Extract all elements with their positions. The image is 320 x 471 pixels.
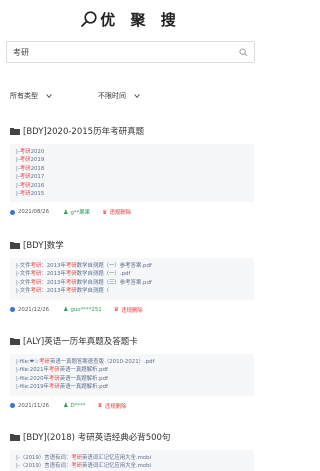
search-icon[interactable] (239, 47, 248, 57)
trash-icon: ♛ (102, 208, 108, 216)
file-item: |-（2019）言语有词：考研英语词汇记忆应用大全.mobi (16, 455, 152, 461)
result-date: 2021/08/26 (10, 209, 49, 215)
keyword-highlight: 考研 (48, 375, 60, 382)
report-delete-link[interactable]: ♛ 违规删除 (102, 208, 132, 217)
chevron-down-icon (134, 94, 140, 98)
file-list: |-（2019）言语有词：考研英语词汇记忆应用大全.mobi |-（2019）言… (10, 450, 254, 471)
result-card[interactable]: [BDY]数学 |-文件考研：2013年考研数学自测题（一）参考答案.pdf |… (10, 238, 254, 314)
keyword-highlight: 考研 (19, 191, 31, 198)
folder-icon (10, 242, 20, 249)
report-delete-link[interactable]: ♛ 违规删除 (114, 306, 143, 314)
keyword-highlight: 考研 (71, 455, 83, 461)
trash-icon: ♛ (113, 306, 120, 314)
keyword-highlight: 考研 (65, 288, 77, 295)
keyword-highlight: 考研 (65, 279, 77, 286)
search-logo-icon (81, 11, 97, 27)
user-icon: ♟ (63, 402, 69, 410)
clock-icon (10, 403, 15, 409)
delete-text: 违规删除 (109, 210, 132, 217)
keyword-highlight: 考研 (48, 367, 60, 374)
clock-icon (10, 209, 15, 215)
keyword-highlight: 考研 (65, 271, 77, 278)
result-user: ♟ g**果果 (63, 208, 91, 217)
user-text: g**果果 (70, 210, 91, 217)
user-icon: ♟ (63, 306, 69, 314)
file-item: |-文件考研：2013年考研数学自测题（三）参考答案.pdf (16, 279, 152, 286)
file-item: |-文件考研：2013年考研数学自测题（ (16, 288, 110, 295)
file-item: |-考研2019 (16, 157, 45, 164)
report-delete-link[interactable]: ♛ 违规删除 (97, 402, 126, 410)
trash-icon: ♛ (97, 402, 103, 410)
keyword-highlight: 考研 (39, 359, 50, 365)
result-user: ♟ guo****251 (63, 306, 102, 313)
chevron-down-icon (46, 94, 52, 98)
result-title[interactable]: [BDY](2018) 考研英语经典必背500句 (23, 431, 170, 443)
keyword-highlight: 考研 (19, 182, 31, 189)
folder-icon (10, 338, 20, 345)
result-title[interactable]: [BDY]2020-2015历年考研真题 (23, 125, 144, 137)
result-title-row[interactable]: [ALY]英语一历年真题及答题卡 (10, 334, 254, 348)
result-meta: 2021/08/26 ♟ g**果果 ♛ 违规删除 (10, 208, 254, 216)
date-text: 2021/08/26 (18, 209, 50, 216)
file-item: |-file:❤☆考研英语一真题答案速查版（2010-2021）.pdf (16, 359, 155, 365)
delete-text: 违规删除 (121, 307, 143, 314)
time-filter-label: 不限时间 (98, 92, 126, 100)
file-item: |-（2019）言语有词：考研英语词汇记忆应用大全.mobi (16, 463, 152, 470)
result-card[interactable]: [ALY]英语一历年真题及答题卡 |-file:❤☆考研英语一真题答案速查版（2… (10, 334, 254, 410)
keyword-highlight: 考研 (65, 263, 77, 269)
keyword-highlight: 考研 (30, 263, 42, 269)
file-list: |-文件考研：2013年考研数学自测题（一）参考答案.pdf |-文件考研：20… (10, 258, 254, 300)
file-item: |-考研2018 (16, 165, 45, 172)
keyword-highlight: 考研 (30, 279, 42, 286)
result-card[interactable]: [BDY](2018) 考研英语经典必背500句 |-（2019）言语有词：考研… (10, 430, 254, 471)
result-user: ♟ D**** (63, 402, 85, 409)
file-list: |-考研2020 |-考研2019 |-考研2018 |-考研2017 |-考研… (10, 144, 254, 203)
keyword-highlight: 考研 (19, 149, 31, 155)
result-title[interactable]: [ALY]英语一历年真题及答题卡 (23, 335, 138, 347)
keyword-highlight: 考研 (19, 157, 31, 164)
file-list: |-file:❤☆考研英语一真题答案速查版（2010-2021）.pdf |-f… (10, 354, 254, 396)
app-title: 优 聚 搜 (100, 10, 181, 29)
result-title-row[interactable]: [BDY]2020-2015历年考研真题 (10, 124, 254, 138)
file-item: |-考研2017 (16, 174, 45, 181)
user-icon: ♟ (63, 208, 69, 216)
file-item: |-文件考研：2013年考研数学自测题（一）参考答案.pdf (16, 263, 152, 269)
result-meta: 2021/12/26 ♟ guo****251 ♛ 违规删除 (10, 306, 254, 314)
result-date: 2021/11/26 (10, 403, 49, 409)
app-header: 优 聚 搜 (0, 8, 261, 30)
result-title[interactable]: [BDY]数学 (23, 239, 64, 251)
folder-icon (10, 128, 20, 135)
keyword-highlight: 考研 (19, 174, 31, 181)
type-filter-dropdown[interactable]: 所有类型 (10, 88, 86, 104)
search-input[interactable] (13, 47, 239, 57)
file-item: |-file:2021年考研英语一真题解析.pdf (16, 367, 108, 374)
result-card[interactable]: [BDY]2020-2015历年考研真题 |-考研2020 |-考研2019 |… (10, 124, 254, 216)
result-date: 2021/12/26 (10, 307, 49, 313)
filter-bar: 所有类型 不限时间 (10, 88, 178, 104)
result-meta: 2021/11/26 ♟ D**** ♛ 违规删除 (10, 402, 254, 410)
delete-text: 违规删除 (104, 403, 127, 410)
user-text: guo****251 (70, 306, 102, 313)
keyword-highlight: 考研 (48, 384, 60, 391)
file-item: |-file:2020年考研英语一真题解析.pdf (16, 375, 108, 382)
clock-icon (10, 307, 15, 313)
result-title-row[interactable]: [BDY](2018) 考研英语经典必背500句 (10, 430, 254, 444)
type-filter-label: 所有类型 (10, 92, 38, 100)
file-item: |-考研2015 (16, 191, 45, 198)
time-filter-dropdown[interactable]: 不限时间 (98, 88, 178, 104)
date-text: 2021/12/26 (18, 306, 50, 313)
folder-icon (10, 434, 20, 441)
keyword-highlight: 考研 (30, 271, 42, 278)
result-title-row[interactable]: [BDY]数学 (10, 238, 254, 252)
keyword-highlight: 考研 (71, 463, 83, 470)
date-text: 2021/11/26 (18, 402, 50, 409)
file-item: |-考研2020 (16, 149, 45, 155)
keyword-highlight: 考研 (19, 165, 31, 172)
file-item: |-考研2016 (16, 182, 45, 189)
search-bar[interactable] (6, 41, 255, 63)
user-text: D**** (70, 402, 86, 409)
file-item: |-文件考研：2013年考研数学自测题（一）.pdf (16, 271, 131, 278)
keyword-highlight: 考研 (30, 288, 42, 295)
file-item: |-file:2019年考研英语一真题解析.pdf (16, 384, 108, 391)
